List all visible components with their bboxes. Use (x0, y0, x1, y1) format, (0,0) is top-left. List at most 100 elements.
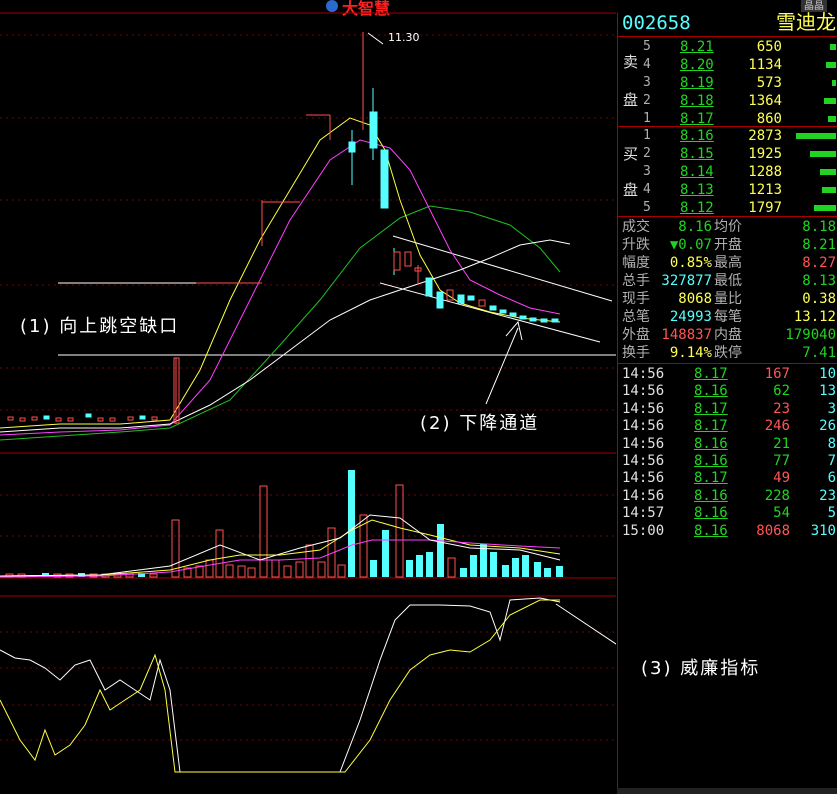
quote-label: 均价 (714, 219, 742, 235)
volume-bar (205, 559, 214, 578)
tick-row[interactable]: 14:56 8.17 167 10 (618, 365, 837, 383)
tick-price: 8.17 (694, 366, 728, 382)
buy_side-depth-bar (814, 205, 836, 211)
tick-price: 8.17 (694, 470, 728, 487)
quote-row: 外盘 148837 内盘 179040 (618, 326, 837, 344)
quote-value: 13.12 (793, 309, 836, 325)
tick-price: 8.17 (694, 400, 728, 417)
buy_side-volume: 1797 (748, 200, 782, 216)
kline-chart[interactable]: 11.30 (1) 向上跳空缺口 (2) 下降通道 (0, 0, 616, 794)
sell_side-price: 8.21 (680, 39, 714, 55)
sell_side-depth-bar (830, 44, 836, 50)
buy_side-row: 3 8.14 1288 (618, 163, 837, 181)
tick-price: 8.16 (694, 383, 728, 400)
tick-time: 14:56 (622, 453, 665, 469)
tick-row[interactable]: 14:56 8.17 23 3 (618, 400, 837, 418)
tick-row[interactable]: 14:56 8.16 21 8 (618, 435, 837, 453)
tick-count: 26 (819, 418, 836, 435)
buy_side-price: 8.12 (680, 200, 714, 216)
annotation-channel: (2) 下降通道 (420, 413, 540, 434)
sell_side-depth-bar (832, 80, 836, 86)
buy_side-level-no: 2 (643, 146, 651, 161)
volume-bar (437, 524, 444, 577)
quote-value: 8068 (678, 291, 712, 307)
williams-line-white (0, 597, 561, 773)
sell_side-level-no: 3 (643, 75, 651, 90)
quote-value: 8.13 (802, 273, 836, 289)
quote-label: 量比 (714, 291, 742, 307)
sell_side-depth-bar (824, 98, 836, 104)
volume-bar (544, 568, 551, 577)
tick-volume: 8068 (756, 522, 790, 539)
tick-row[interactable]: 14:56 8.16 62 13 (618, 382, 837, 400)
sell_side-level-no: 5 (643, 39, 651, 54)
quote-row: 幅度 0.85% 最高 8.27 (618, 254, 837, 272)
tick-time: 14:56 (622, 400, 665, 417)
tick-time: 15:00 (622, 522, 665, 539)
buy_side-volume: 2873 (748, 128, 782, 144)
volume-bar (259, 485, 268, 578)
sell_side-row: 5 8.21 650 (618, 38, 837, 56)
buy_side-price: 8.14 (680, 164, 714, 180)
quote-label: 内盘 (714, 327, 742, 343)
tick-volume: 49 (773, 470, 790, 487)
quote-label: 总手 (622, 273, 650, 289)
tick-row[interactable]: 14:56 8.17 246 26 (618, 417, 837, 435)
volume-bar (125, 572, 134, 578)
tick-count: 13 (819, 383, 836, 400)
sell_side-price: 8.19 (680, 75, 714, 91)
quote-value: 179040 (785, 327, 836, 343)
volume-bar (426, 552, 433, 577)
tick-volume: 62 (773, 383, 790, 400)
quote-value: 0.38 (802, 291, 836, 307)
quote-value: 148837 (661, 327, 712, 343)
high-price-label: 11.30 (388, 31, 420, 44)
tick-row[interactable]: 14:57 8.16 54 5 (618, 504, 837, 522)
tick-volume: 77 (773, 453, 790, 469)
ma10-line (0, 117, 561, 429)
volume-bar (149, 573, 158, 578)
tick-row[interactable]: 14:56 8.16 228 23 (618, 487, 837, 505)
quote-value: 8.16 (678, 219, 712, 235)
volume-bar (225, 564, 234, 578)
volume-bar (295, 561, 304, 578)
sell_side-depth-bar (826, 62, 836, 68)
tick-price: 8.16 (694, 522, 728, 539)
volume-bar (370, 560, 377, 577)
volume-bar (395, 484, 404, 578)
tick-price: 8.16 (694, 487, 728, 504)
volume-bar (490, 552, 497, 577)
volume-bar (348, 470, 355, 577)
tick-time: 14:57 (622, 505, 665, 522)
quote-label: 换手 (622, 345, 650, 361)
volume-bar (534, 562, 541, 577)
tick-row[interactable]: 15:00 8.16 8068 310 (618, 522, 837, 540)
quote-label: 跌停 (714, 345, 742, 361)
volume-bar (502, 565, 509, 577)
quote-value: 8.27 (802, 255, 836, 271)
quote-row: 成交 8.16 均价 8.18 (618, 218, 837, 236)
buy_side-depth-bar (822, 187, 836, 193)
tick-time: 14:56 (622, 383, 665, 400)
quote-value: 9.14% (669, 345, 712, 361)
buy_side-row: 4 8.13 1213 (618, 181, 837, 199)
tick-time: 14:56 (622, 487, 665, 504)
tick-count: 310 (810, 522, 836, 539)
tick-count: 5 (827, 505, 836, 522)
sell_side-volume: 573 (756, 75, 782, 91)
tick-count: 7 (827, 453, 836, 469)
tick-row[interactable]: 14:56 8.16 77 7 (618, 452, 837, 470)
tick-time: 14:56 (622, 470, 665, 487)
quote-panel: 002658 雪迪龙 卖 盘 5 8.21 650 4 8.20 1134 3 8.19 573… (617, 12, 837, 794)
sell_side-volume: 1364 (748, 93, 782, 109)
volume-bar (382, 530, 389, 577)
quote-value: 8.18 (802, 219, 836, 235)
tick-time: 14:56 (622, 418, 665, 435)
volume-bar (317, 561, 326, 578)
buy_side-price: 8.15 (680, 146, 714, 162)
volume-bar (247, 567, 256, 578)
volume-bar (470, 555, 477, 577)
quote-row: 升跌 ▼0.07 开盘 8.21 (618, 236, 837, 254)
quote-label: 成交 (622, 219, 650, 235)
tick-row[interactable]: 14:56 8.17 49 6 (618, 469, 837, 487)
